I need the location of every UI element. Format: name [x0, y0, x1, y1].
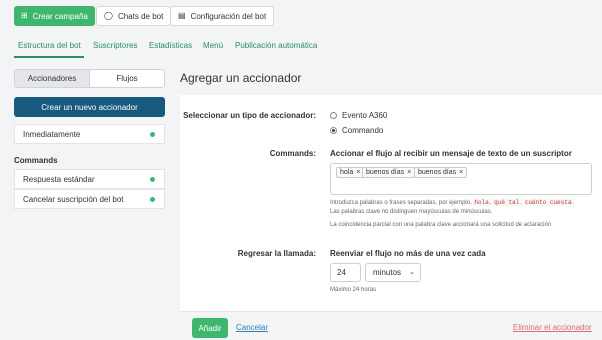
keywords-hint-partial: La coincidencia parcial con una palabra … [330, 222, 552, 228]
select-value: minutos [373, 268, 402, 277]
tag-label: buenos días [418, 169, 457, 176]
sidebar-item-label: Inmediatamente [23, 129, 81, 139]
flows-segment[interactable]: Flujos [90, 70, 164, 87]
remove-tag-icon[interactable]: × [407, 169, 411, 176]
tab-statistics[interactable]: Estadísticas [149, 41, 192, 50]
radio-button-selected[interactable] [330, 127, 337, 134]
trigger-type-label: Seleccionar un tipo de accionador: [183, 111, 316, 120]
cancel-link[interactable]: Cancelar [236, 323, 268, 332]
chevron-down-icon: ⌄ [409, 269, 415, 276]
keywords-tag-input[interactable]: hola × buenos días × buenos días × [330, 163, 592, 195]
callback-title: Reenviar el flujo no más de una vez cada [330, 249, 486, 258]
active-tab-indicator [14, 56, 84, 58]
commands-title: Accionar el flujo al recibir un mensaje … [330, 149, 572, 158]
keyword-tag: buenos días × [414, 167, 468, 178]
settings-doc-icon: ▤ [178, 11, 186, 20]
bot-chats-label: Chats de bot [117, 11, 164, 21]
radio-button[interactable] [330, 112, 337, 119]
triggers-segment[interactable]: Accionadores [15, 70, 90, 87]
callback-unit-select[interactable]: minutos ⌄ [365, 263, 421, 282]
sidebar-item-label: Cancelar suscripción del bot [23, 194, 124, 204]
callback-amount-input[interactable]: 24 [330, 263, 361, 282]
plus-icon: ⊞ [21, 11, 28, 20]
callback-max-hint: Máximo 24 horas [330, 287, 377, 293]
main-tabs: Estructura del bot Suscriptores Estadíst… [0, 38, 602, 58]
bot-chats-button[interactable]: ◯ Chats de bot [96, 6, 172, 26]
create-campaign-button[interactable]: ⊞ Crear campaña [14, 6, 95, 26]
page-title: Agregar un accionador [180, 71, 302, 85]
tag-label: buenos días [366, 169, 405, 176]
chat-bubble-icon: ◯ [104, 11, 113, 20]
keyword-tag: hola × [336, 167, 365, 178]
radio-label: Commando [342, 126, 384, 135]
status-dot [150, 132, 155, 137]
tab-menu[interactable]: Menú [203, 41, 223, 50]
radio-command[interactable]: Commando [330, 126, 383, 135]
delete-trigger-link[interactable]: Eliminar el accionador [513, 323, 592, 332]
example-keyword: qué tal [493, 199, 521, 206]
hint-text: Introduzca palabras o frases separadas, … [330, 200, 472, 206]
example-keyword: cuánto cuesta [523, 199, 573, 206]
triggers-flows-toggle: Accionadores Flujos [14, 69, 165, 88]
radio-label: Evento A360 [342, 111, 388, 120]
sidebar-item-standard-reply[interactable]: Respuesta estándar [14, 169, 165, 189]
tag-label: hola [340, 169, 354, 176]
example-keyword: hola [473, 199, 490, 206]
radio-a360-event[interactable]: Evento A360 [330, 111, 387, 120]
footer-divider [180, 311, 602, 312]
tab-subscribers[interactable]: Suscriptores [93, 41, 137, 50]
bot-settings-button[interactable]: ▤ Configuración del bot [170, 6, 275, 26]
remove-tag-icon[interactable]: × [356, 169, 360, 176]
tab-bot-structure[interactable]: Estructura del bot [18, 41, 81, 50]
status-dot [150, 177, 155, 182]
create-campaign-label: Crear campaña [32, 11, 88, 21]
keyword-tag: buenos días × [362, 167, 416, 178]
keywords-hint-case: Las palabras clave no distinguen mayúscu… [330, 209, 493, 215]
create-trigger-button[interactable]: Crear un nuevo accionador [14, 97, 165, 117]
commands-heading: Commands [14, 156, 58, 165]
keywords-hint-examples: Introduzca palabras o frases separadas, … [330, 199, 575, 206]
commands-label: Commands: [269, 149, 316, 158]
status-dot [150, 197, 155, 202]
remove-tag-icon[interactable]: × [459, 169, 463, 176]
sidebar-item-immediately[interactable]: Inmediatamente [14, 124, 165, 144]
callback-label: Regresar la llamada: [237, 249, 316, 258]
add-button[interactable]: Añadir [192, 318, 228, 338]
tab-auto-publish[interactable]: Publicación automática [235, 41, 317, 50]
sidebar-item-unsubscribe[interactable]: Cancelar suscripción del bot [14, 189, 165, 209]
top-toolbar: ⊞ Crear campaña ◯ Chats de bot ▤ Configu… [0, 0, 602, 34]
sidebar-item-label: Respuesta estándar [23, 174, 95, 184]
bot-settings-label: Configuración del bot [190, 11, 267, 21]
